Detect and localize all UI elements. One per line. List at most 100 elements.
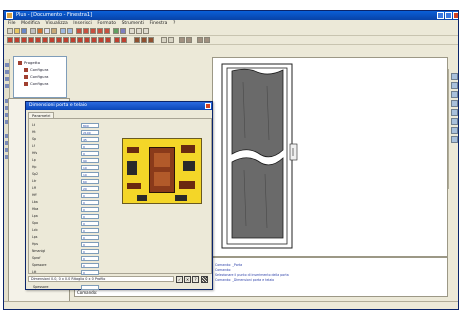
material-tool-icon[interactable] xyxy=(134,37,140,43)
menu-strumenti[interactable]: Strumenti xyxy=(122,20,144,27)
parameter-value-field[interactable]: 0 xyxy=(81,193,99,198)
parameter-value-field[interactable]: 0 xyxy=(81,144,99,149)
drawing-canvas[interactable] xyxy=(212,57,448,257)
menu-file[interactable]: File xyxy=(8,20,16,27)
project-tree[interactable]: Progetto Configura Configura Configura xyxy=(13,56,67,98)
save-icon[interactable] xyxy=(21,28,27,34)
parameter-value-field[interactable]: 0 xyxy=(81,242,99,247)
print-icon[interactable] xyxy=(30,28,36,34)
open-folder-icon[interactable] xyxy=(14,28,20,34)
parameter-value-field[interactable]: 0 xyxy=(81,263,99,268)
tree-item[interactable]: Configura xyxy=(24,74,48,80)
cut-icon[interactable] xyxy=(37,28,43,34)
settings-icon[interactable] xyxy=(197,37,203,43)
furniture-tool-icon[interactable] xyxy=(63,37,69,43)
parameter-value-field[interactable]: 0 xyxy=(81,221,99,226)
draw-tool-icon[interactable] xyxy=(76,28,82,34)
snap-tool-icon[interactable] xyxy=(168,37,174,43)
undo-icon[interactable] xyxy=(60,28,66,34)
parameter-value-field[interactable]: 20 xyxy=(81,186,99,191)
pan-icon[interactable] xyxy=(136,28,142,34)
menu-formato[interactable]: Formato xyxy=(97,20,116,27)
draw-tool-icon[interactable] xyxy=(104,28,110,34)
parameter-value-field[interactable]: 0 xyxy=(81,235,99,240)
beam-tool-icon[interactable] xyxy=(49,37,55,43)
footer-field[interactable] xyxy=(81,285,99,290)
roof-tool-icon[interactable] xyxy=(35,37,41,43)
render-tool-icon[interactable] xyxy=(105,37,111,43)
cancel-button[interactable]: ✕ xyxy=(184,276,191,283)
section-tool-icon[interactable] xyxy=(114,37,120,43)
close-button[interactable] xyxy=(453,12,458,19)
maximize-button[interactable] xyxy=(445,12,452,19)
layer-icon[interactable] xyxy=(113,28,119,34)
paste-icon[interactable] xyxy=(51,28,57,34)
menu-inserisci[interactable]: Inserisci xyxy=(73,20,91,27)
tree-item[interactable]: Progetto xyxy=(18,60,40,66)
new-file-icon[interactable] xyxy=(7,28,13,34)
redo-icon[interactable] xyxy=(67,28,73,34)
parameter-value-field[interactable]: 0 xyxy=(81,256,99,261)
parameter-value-field[interactable]: 10 xyxy=(81,172,99,177)
move-icon[interactable] xyxy=(5,70,9,74)
text-tool-icon[interactable] xyxy=(70,37,76,43)
grid-icon[interactable] xyxy=(143,28,149,34)
confirm-button[interactable]: ✓ xyxy=(176,276,183,283)
tree-item[interactable]: Configura xyxy=(24,81,48,87)
tree-item[interactable]: Configura xyxy=(24,67,48,73)
door-tool-icon[interactable] xyxy=(14,37,20,43)
texture-tool-icon[interactable] xyxy=(141,37,147,43)
zoom-in-icon[interactable] xyxy=(451,109,458,116)
dimension-tool-icon[interactable] xyxy=(77,37,83,43)
parameter-value-field[interactable]: 0 xyxy=(81,249,99,254)
slab-tool-icon[interactable] xyxy=(42,37,48,43)
copy-icon[interactable] xyxy=(44,28,50,34)
dialog-title-bar[interactable]: Dimensioni porta e telaio xyxy=(26,102,212,110)
help-icon[interactable] xyxy=(204,37,210,43)
view-tool-icon[interactable] xyxy=(121,37,127,43)
menu-finestra[interactable]: Finestra xyxy=(150,20,168,27)
dialog-close-icon[interactable] xyxy=(205,103,211,109)
stair-tool-icon[interactable] xyxy=(28,37,34,43)
parameter-value-field[interactable]: 10 xyxy=(81,165,99,170)
title-bar[interactable]: Plus - [Documento - Finestra1] xyxy=(4,11,458,20)
command-prompt[interactable]: Comando: xyxy=(77,290,97,295)
view-side-icon[interactable] xyxy=(451,91,458,98)
export-icon[interactable] xyxy=(186,37,192,43)
zoom-extents-icon[interactable] xyxy=(451,127,458,134)
draw-tool-icon[interactable] xyxy=(90,28,96,34)
draw-tool-icon[interactable] xyxy=(83,28,89,34)
draw-tool-icon[interactable] xyxy=(97,28,103,34)
menu-modifica[interactable]: Modifica xyxy=(21,20,40,27)
zoom-icon[interactable] xyxy=(129,28,135,34)
rotate-icon[interactable] xyxy=(5,77,9,81)
hatch-tool-icon[interactable] xyxy=(84,37,90,43)
mirror-icon[interactable] xyxy=(5,84,9,88)
parameter-value-field[interactable]: 60 xyxy=(81,179,99,184)
block-tool-icon[interactable] xyxy=(98,37,104,43)
wall-tool-icon[interactable] xyxy=(7,37,13,43)
orbit-icon[interactable] xyxy=(451,136,458,143)
parameter-value-field[interactable]: 0 xyxy=(81,200,99,205)
parameter-value-field[interactable]: 45 xyxy=(81,137,99,142)
parameter-value-field[interactable]: 800 xyxy=(81,123,99,128)
print-preview-icon[interactable] xyxy=(179,37,185,43)
parameter-value-field[interactable]: 2100 xyxy=(81,130,99,135)
menu-help[interactable]: ? xyxy=(173,20,175,27)
parameter-value-field[interactable]: 0 xyxy=(81,228,99,233)
properties-icon[interactable] xyxy=(120,28,126,34)
measure-tool-icon[interactable] xyxy=(161,37,167,43)
grip-icon[interactable] xyxy=(201,276,208,283)
parameter-value-field[interactable]: 0 xyxy=(81,207,99,212)
parameter-value-field[interactable]: 0 xyxy=(81,214,99,219)
view-top-icon[interactable] xyxy=(451,73,458,80)
menu-visualizza[interactable]: Visualizza xyxy=(46,20,68,27)
window-tool-icon[interactable] xyxy=(21,37,27,43)
parameter-value-field[interactable]: 0 xyxy=(81,270,99,275)
help-button[interactable]: ? xyxy=(192,276,199,283)
column-tool-icon[interactable] xyxy=(56,37,62,43)
select-icon[interactable] xyxy=(5,63,9,67)
parameter-value-field[interactable]: 0 xyxy=(81,151,99,156)
light-tool-icon[interactable] xyxy=(148,37,154,43)
zoom-out-icon[interactable] xyxy=(451,118,458,125)
